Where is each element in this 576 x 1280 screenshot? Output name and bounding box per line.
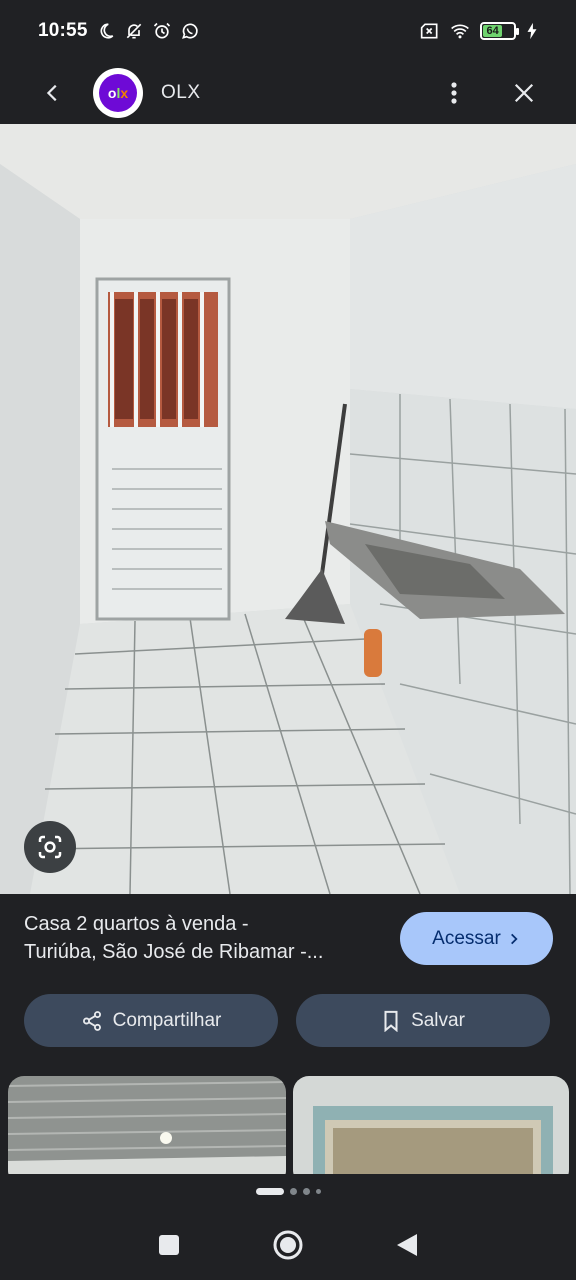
share-button[interactable]: Compartilhar (24, 994, 278, 1047)
whatsapp-icon (180, 21, 200, 41)
more-options-button[interactable] (434, 73, 474, 113)
google-lens-button[interactable] (24, 821, 76, 873)
result-image[interactable] (0, 124, 576, 894)
doorframe-photo (293, 1076, 569, 1174)
close-icon (514, 83, 534, 103)
battery-fill: 64 (483, 25, 503, 37)
site-logo[interactable]: olx (93, 68, 143, 118)
triangle-back-icon (396, 1234, 417, 1256)
battery-level: 64 (486, 25, 499, 37)
notifications-off-icon (124, 21, 144, 41)
site-name[interactable]: OLX (161, 82, 201, 104)
back-nav-button[interactable] (382, 1220, 432, 1270)
page-dot (302, 1188, 310, 1195)
related-image-1[interactable] (8, 1076, 286, 1174)
kitchen-photo (0, 124, 576, 894)
sim-x-icon (420, 21, 440, 41)
close-button[interactable] (504, 73, 544, 113)
status-icons-right: 64 (420, 21, 538, 41)
battery-icon: 64 (480, 22, 519, 40)
result-title[interactable]: Casa 2 quartos à venda - Turiúba, São Jo… (24, 910, 384, 966)
page-dot (315, 1189, 321, 1194)
wifi-icon (450, 21, 470, 41)
save-button-label: Salvar (411, 1009, 465, 1031)
recents-button[interactable] (144, 1220, 194, 1270)
home-button[interactable] (263, 1220, 313, 1270)
charging-icon (526, 21, 538, 41)
alarm-icon (152, 21, 172, 41)
app-bar: olx OLX (0, 62, 576, 124)
related-images (0, 1076, 576, 1174)
status-time: 10:55 (38, 20, 88, 41)
lens-icon (38, 835, 62, 859)
system-nav-bar (0, 1210, 576, 1280)
visit-button[interactable]: Acessar (400, 912, 553, 965)
visit-button-label: Acessar (432, 927, 501, 949)
related-image-2[interactable] (293, 1076, 569, 1174)
share-icon (82, 1010, 101, 1031)
back-button[interactable] (33, 73, 73, 113)
chevron-right-icon (510, 933, 518, 944)
page-indicator (0, 1188, 576, 1195)
status-icons-left (96, 21, 200, 41)
result-title-line2: Turiúba, São José de Ribamar -... (24, 941, 324, 963)
status-bar: 10:55 64 (0, 0, 576, 62)
page-dot-active (255, 1188, 284, 1195)
more-vert-icon (451, 82, 457, 104)
home-circle-icon (273, 1230, 303, 1260)
ceiling-photo (8, 1076, 286, 1174)
result-title-line1: Casa 2 quartos à venda - (24, 913, 249, 935)
square-icon (159, 1235, 180, 1255)
chevron-left-icon (46, 84, 57, 102)
bookmark-icon (384, 1010, 398, 1032)
moon-icon (96, 21, 116, 41)
page-dot (289, 1188, 297, 1195)
share-button-label: Compartilhar (112, 1009, 222, 1031)
save-button[interactable]: Salvar (296, 994, 550, 1047)
olx-logo-icon: olx (99, 74, 137, 112)
